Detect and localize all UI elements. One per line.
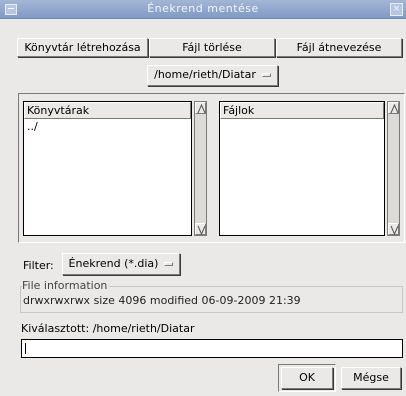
close-icon[interactable]: × bbox=[390, 3, 403, 16]
scroll-up-arrow-icon[interactable] bbox=[388, 102, 399, 114]
text-cursor bbox=[25, 343, 26, 354]
filter-value: Énekrend (*.dia) bbox=[68, 257, 159, 270]
filter-option-menu[interactable]: Énekrend (*.dia) bbox=[62, 253, 180, 275]
directory-list-header[interactable]: Könyvtárak bbox=[24, 102, 191, 119]
file-list-header[interactable]: Fájlok bbox=[220, 102, 384, 119]
option-menu-indicator-icon bbox=[164, 262, 174, 266]
file-list[interactable]: Fájlok bbox=[219, 101, 385, 236]
file-information-text: drwxrwxrwx size 4096 modified 06-09-2009… bbox=[23, 294, 301, 307]
create-directory-button[interactable]: Könyvtár létrehozása bbox=[17, 38, 148, 57]
filter-label: Filter: bbox=[23, 259, 54, 272]
file-scrollbar[interactable] bbox=[387, 101, 400, 236]
cancel-button[interactable]: Mégse bbox=[341, 367, 401, 389]
option-menu-indicator-icon bbox=[261, 73, 271, 77]
window-title: Énekrend mentése bbox=[147, 2, 259, 15]
scroll-up-arrow-icon[interactable] bbox=[195, 102, 206, 114]
path-option-menu[interactable]: /home/rieth/Diatar bbox=[147, 65, 278, 86]
file-information-legend: File information bbox=[22, 279, 110, 292]
directory-scrollbar[interactable] bbox=[194, 101, 207, 236]
selected-path-label: Kiválasztott: /home/rieth/Diatar bbox=[21, 322, 195, 335]
filename-entry[interactable] bbox=[21, 339, 403, 358]
title-bar[interactable]: Énekrend mentése × bbox=[0, 0, 406, 19]
save-dialog-window: Énekrend mentése × Könyvtár létrehozása … bbox=[0, 0, 406, 396]
list-item[interactable]: ../ bbox=[27, 121, 38, 133]
rename-file-button[interactable]: Fájl átnevezése bbox=[276, 38, 402, 57]
scroll-down-arrow-icon[interactable] bbox=[195, 223, 206, 235]
delete-file-button[interactable]: Fájl törlése bbox=[149, 38, 275, 57]
scroll-down-arrow-icon[interactable] bbox=[388, 223, 399, 235]
directory-list[interactable]: Könyvtárak ../ bbox=[23, 101, 192, 236]
file-information-frame: File information drwxrwxrwx size 4096 mo… bbox=[20, 279, 403, 313]
ok-button[interactable]: OK bbox=[281, 367, 333, 389]
path-value: /home/rieth/Diatar bbox=[154, 68, 256, 81]
